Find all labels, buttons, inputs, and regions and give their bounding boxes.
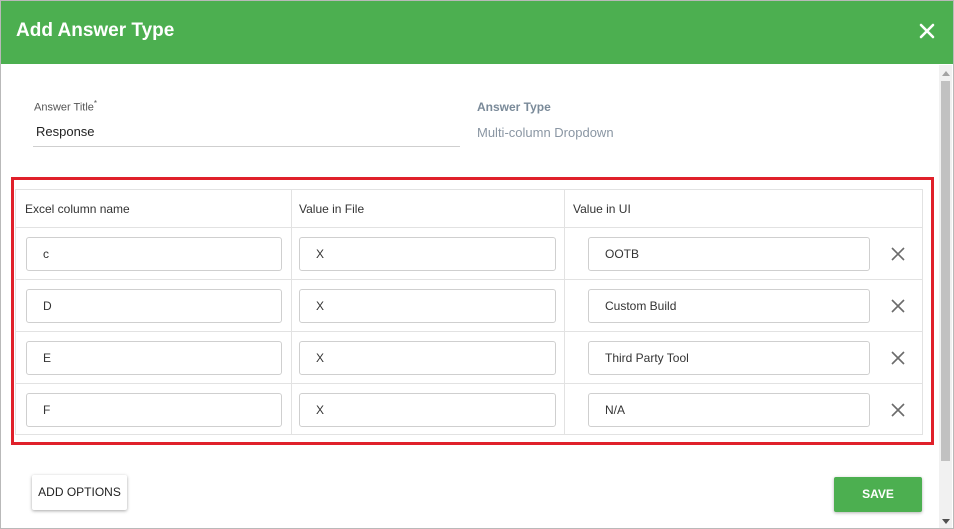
answer-type-value: Multi-column Dropdown — [477, 125, 614, 140]
options-table: Excel column name Value in File Value in… — [15, 189, 923, 435]
dialog-title: Add Answer Type — [16, 20, 175, 41]
delete-row-icon[interactable] — [891, 247, 905, 261]
header-value-in-file: Value in File — [299, 202, 365, 216]
row-divider — [16, 227, 922, 228]
header-value-in-ui: Value in UI — [573, 202, 631, 216]
add-answer-type-dialog: Add Answer Type Answer Title* Response A… — [0, 0, 954, 529]
answer-title-underline — [33, 146, 460, 147]
value-in-file-input[interactable]: X — [299, 237, 556, 271]
value-in-file-input[interactable]: X — [299, 289, 556, 323]
value-in-ui-input[interactable]: OOTB — [588, 237, 870, 271]
dialog-header: Add Answer Type — [1, 1, 953, 64]
scroll-down-arrow-icon[interactable] — [942, 519, 950, 524]
scroll-up-arrow-icon[interactable] — [942, 71, 950, 76]
row-divider — [16, 383, 922, 384]
vertical-scrollbar[interactable] — [939, 65, 952, 528]
excel-column-input[interactable]: F — [26, 393, 282, 427]
add-options-button[interactable]: ADD OPTIONS — [32, 475, 127, 510]
excel-column-input[interactable]: E — [26, 341, 282, 375]
value-in-file-input[interactable]: X — [299, 393, 556, 427]
row-divider — [16, 331, 922, 332]
value-in-ui-input[interactable]: N/A — [588, 393, 870, 427]
value-in-ui-input[interactable]: Custom Build — [588, 289, 870, 323]
header-excel-column-name: Excel column name — [25, 202, 130, 216]
answer-title-label: Answer Title* — [34, 99, 98, 114]
value-in-file-input[interactable]: X — [299, 341, 556, 375]
save-button[interactable]: SAVE — [834, 477, 922, 512]
delete-row-icon[interactable] — [891, 299, 905, 313]
delete-row-icon[interactable] — [891, 403, 905, 417]
close-icon[interactable] — [917, 21, 937, 41]
value-in-ui-input[interactable]: Third Party Tool — [588, 341, 870, 375]
excel-column-input[interactable]: D — [26, 289, 282, 323]
delete-row-icon[interactable] — [891, 351, 905, 365]
row-divider — [16, 279, 922, 280]
answer-title-input[interactable]: Response — [36, 124, 95, 139]
scroll-thumb[interactable] — [941, 81, 950, 461]
answer-type-label: Answer Type — [477, 100, 551, 114]
excel-column-input[interactable]: c — [26, 237, 282, 271]
